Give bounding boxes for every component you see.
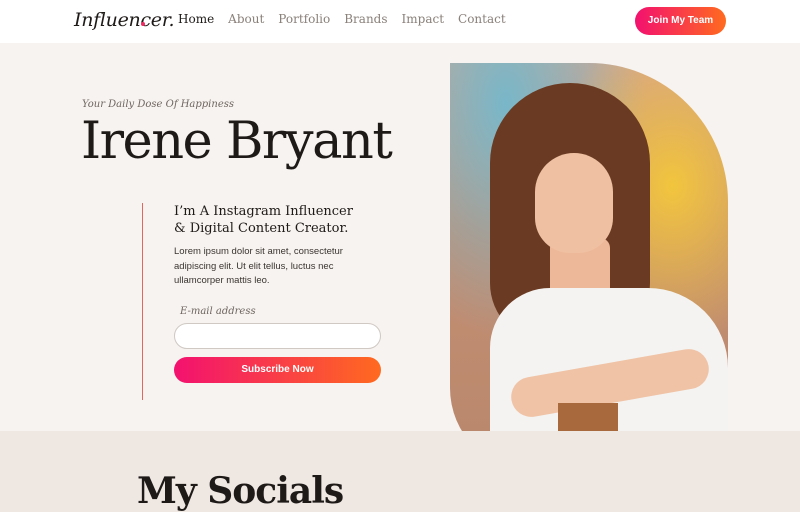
photo-face: [535, 153, 613, 253]
email-label: E-mail address: [180, 306, 256, 317]
hero-subtitle: I’m A Instagram Influencer & Digital Con…: [174, 204, 353, 236]
nav-item-brands[interactable]: Brands: [344, 12, 387, 26]
site-header: Influencer. Home About Portfolio Brands …: [0, 0, 800, 43]
hero-title: Irene Bryant: [81, 112, 393, 171]
socials-section: [0, 431, 800, 512]
join-my-team-button[interactable]: Join My Team: [635, 7, 726, 35]
logo-dot: [141, 22, 145, 26]
nav-item-impact[interactable]: Impact: [402, 12, 445, 26]
hero-divider: [142, 203, 143, 400]
socials-title: My Socials: [137, 470, 344, 512]
logo[interactable]: Influencer.: [74, 9, 175, 31]
main-nav: Home About Portfolio Brands Impact Conta…: [178, 12, 520, 26]
nav-item-home[interactable]: Home: [178, 12, 214, 26]
subscribe-button[interactable]: Subscribe Now: [174, 357, 381, 383]
nav-item-portfolio[interactable]: Portfolio: [278, 12, 330, 26]
hero-description: Lorem ipsum dolor sit amet, consectetur …: [174, 246, 343, 286]
hero-photo: [450, 63, 728, 472]
email-input[interactable]: [174, 323, 381, 349]
hero-tagline: Your Daily Dose Of Happiness: [82, 99, 235, 110]
nav-item-about[interactable]: About: [228, 12, 264, 26]
nav-item-contact[interactable]: Contact: [458, 12, 506, 26]
